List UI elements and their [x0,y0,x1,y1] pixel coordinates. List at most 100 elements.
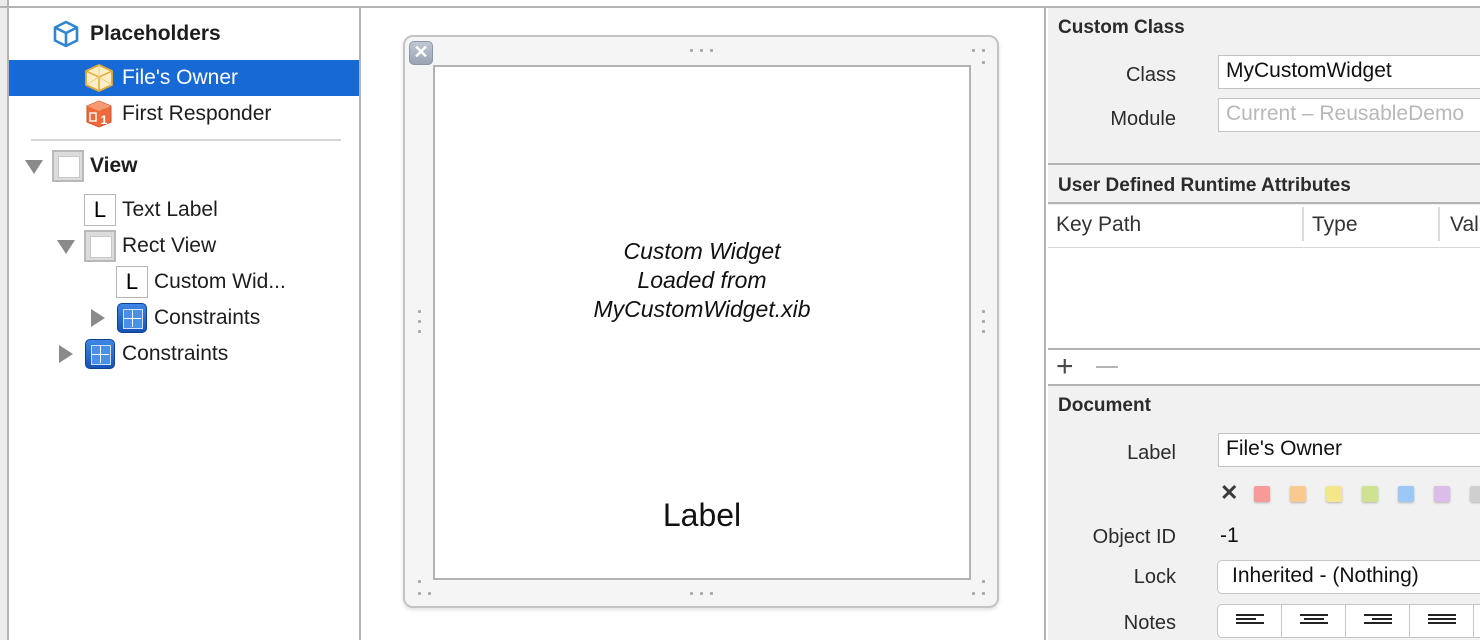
outline-separator [31,139,341,141]
section-divider [1048,384,1480,386]
notes-alignment-control [1217,604,1480,638]
canvas-label[interactable]: Label [435,497,969,534]
files-owner-cube-icon [85,64,113,92]
resize-handle-dot [982,330,985,333]
disclosure-expanded-icon[interactable] [57,240,75,254]
resize-handle-bottom-left[interactable] [418,580,421,583]
resize-handle-bottom-right[interactable] [982,580,985,583]
resize-handle-dot [428,592,431,595]
object-id-value: -1 [1220,524,1239,547]
custom-widget-line: Loaded from [637,267,767,293]
outline-item-view-constraints[interactable]: Constraints [9,336,359,372]
resize-handle-dot [700,49,703,52]
label-icon: L [116,266,148,298]
resize-handle-left[interactable] [418,310,421,313]
remove-attribute-button[interactable] [1096,366,1118,368]
first-responder-badge: 1 [101,113,108,127]
lock-label: Lock [1133,566,1176,588]
add-attribute-button[interactable]: + [1056,352,1074,382]
clear-color-button[interactable]: ✕ [1220,480,1238,506]
document-outline: Placeholders File's Owner 1 First Respon… [9,8,361,640]
resize-handle-dot [982,49,985,52]
resize-handle-dot [418,592,421,595]
outline-section-placeholders[interactable]: Placeholders [9,16,359,52]
view-icon [52,150,84,182]
rect-constraints-label: Constraints [154,306,261,329]
align-right-icon [1364,614,1392,628]
resize-handle-dot [418,330,421,333]
column-header-type[interactable]: Type [1312,213,1358,237]
disclosure-collapsed-icon[interactable] [59,345,73,363]
view-label: View [90,154,138,177]
align-justify-button[interactable] [1410,605,1474,637]
resize-handle-dot [700,592,703,595]
custom-widget-line: Custom Widget [623,238,781,264]
placeholder-cube-icon [53,20,79,48]
custom-widget-label: Custom Wid... [154,270,286,293]
runtime-attributes-table[interactable]: Key Path Type Val [1048,205,1480,348]
color-swatch-red[interactable] [1254,486,1270,502]
document-label-field[interactable]: File's Owner [1218,433,1480,467]
outline-item-rect-view[interactable]: Rect View [9,228,359,264]
align-justify-icon [1428,614,1456,628]
class-field-label: Class [1125,64,1176,86]
view-frame[interactable]: ✕ Custom Widget Loaded from MyCustomWidg… [403,35,999,608]
label-icon: L [84,194,116,226]
resize-handle-dot [982,592,985,595]
rect-view-label: Rect View [122,234,217,257]
lock-popup[interactable]: Inherited - (Nothing) [1217,560,1480,594]
close-scene-button[interactable]: ✕ [409,41,433,65]
document-heading: Document [1058,395,1151,416]
resize-handle-right[interactable] [982,310,985,313]
align-center-button[interactable] [1282,605,1346,637]
section-divider [1048,202,1480,204]
disclosure-expanded-icon[interactable] [25,160,43,174]
outline-item-rect-constraints[interactable]: Constraints [9,300,359,336]
outline-item-text-label[interactable]: L Text Label [9,192,359,228]
column-header-value[interactable]: Val [1450,213,1479,237]
resize-handle-dot [982,320,985,323]
align-center-icon [1300,614,1328,628]
text-label-label: Text Label [122,198,218,221]
outline-item-first-responder[interactable]: 1 First Responder [9,96,359,132]
constraints-icon [117,303,147,333]
color-swatch-orange[interactable] [1290,486,1306,502]
view-constraints-label: Constraints [122,342,229,365]
color-swatch-purple[interactable] [1434,486,1450,502]
custom-class-heading: Custom Class [1058,17,1185,38]
rect-view[interactable]: Custom Widget Loaded from MyCustomWidget… [433,65,971,580]
resize-handle-dot [982,61,985,64]
identity-inspector: Custom Class Class MyCustomWidget Module… [1048,8,1480,640]
files-owner-label: File's Owner [122,66,239,89]
color-swatch-blue[interactable] [1398,486,1414,502]
column-header-key-path[interactable]: Key Path [1056,213,1141,237]
outline-item-view[interactable]: View [9,148,359,184]
resize-handle-bottom[interactable] [690,592,693,595]
resize-handle-top[interactable] [690,49,693,52]
outline-item-custom-widget[interactable]: L Custom Wid... [9,264,359,300]
disclosure-collapsed-icon[interactable] [91,309,105,327]
runtime-attributes-heading: User Defined Runtime Attributes [1058,175,1351,196]
custom-widget-text[interactable]: Custom Widget Loaded from MyCustomWidget… [435,237,969,324]
align-left-button[interactable] [1218,605,1282,637]
column-separator [1438,207,1440,241]
align-left-icon [1236,614,1264,628]
resize-handle-dot [710,592,713,595]
color-swatch-yellow[interactable] [1326,486,1342,502]
placeholders-heading: Placeholders [90,22,221,45]
table-header-divider [1048,247,1480,248]
outline-item-files-owner[interactable]: File's Owner [9,60,359,96]
module-field[interactable]: Current – ReusableDemo [1218,98,1480,132]
class-field[interactable]: MyCustomWidget [1218,55,1480,89]
add-remove-bar: + [1048,350,1480,384]
constraints-icon [85,339,115,369]
custom-widget-line: MyCustomWidget.xib [593,296,811,322]
column-separator [1302,207,1304,241]
color-swatch-gray[interactable] [1470,486,1480,502]
align-right-button[interactable] [1346,605,1410,637]
interface-canvas[interactable]: ✕ Custom Widget Loaded from MyCustomWidg… [363,8,1046,640]
color-swatch-green[interactable] [1362,486,1378,502]
object-id-label: Object ID [1092,526,1176,548]
resize-handle-top-right[interactable] [972,49,975,52]
notes-label: Notes [1123,612,1176,634]
